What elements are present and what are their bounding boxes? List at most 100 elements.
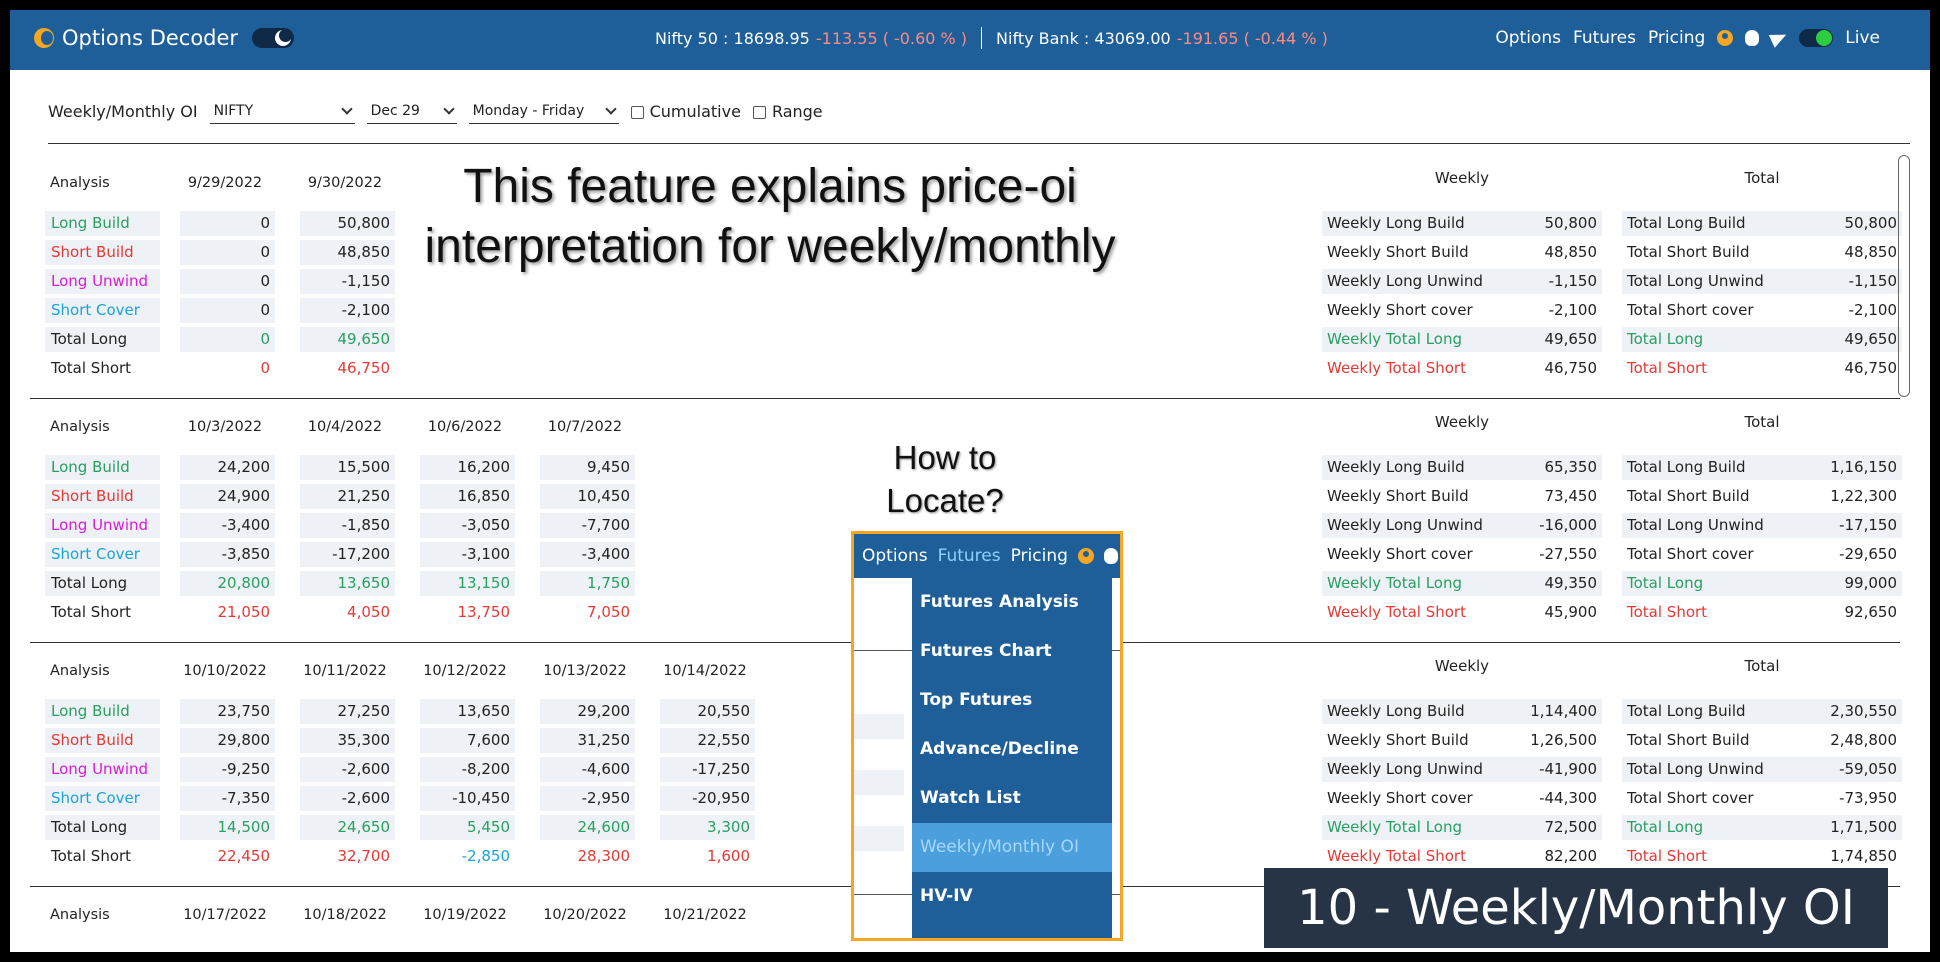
date-header: 10/7/2022 <box>547 419 623 435</box>
locate-callout: Options Futures Pricing Futures Analysis… <box>851 531 1123 941</box>
dropdown-item[interactable]: Watch List <box>912 774 1112 823</box>
date-header: 10/12/2022 <box>423 663 507 679</box>
total-summary-label: Total Short cover <box>1627 545 1754 563</box>
weekly-summary-value: 82,200 <box>1544 847 1598 865</box>
table-cell: -2,600 <box>300 786 395 811</box>
nav-pricing[interactable]: Pricing <box>1648 28 1705 48</box>
table-cell: 23,750 <box>180 699 275 724</box>
dropdown-item[interactable]: Futures Chart <box>912 627 1112 676</box>
weekly-summary-row: Weekly Total Short 82,200 <box>1322 844 1602 869</box>
expiry-value: Dec 29 <box>370 103 420 119</box>
table-cell: 16,200 <box>420 455 515 480</box>
row-label: Total Short <box>51 603 132 621</box>
bug-icon[interactable] <box>1745 30 1760 46</box>
cumulative-checkbox[interactable] <box>630 106 644 119</box>
live-knob <box>1816 30 1833 46</box>
nav-futures[interactable]: Futures <box>1573 28 1636 48</box>
total-summary-row: Total Short Build 2,48,800 <box>1622 728 1902 753</box>
total-summary-value: 2,48,800 <box>1830 731 1897 749</box>
total-summary-label: Total Long Unwind <box>1627 760 1764 778</box>
expiry-select[interactable]: Dec 29 <box>366 100 457 124</box>
weekly-summary-value: -44,300 <box>1539 789 1597 807</box>
total-summary-label: Total Short Build <box>1627 243 1750 261</box>
bank-change: -191.65 ( -0.44 % ) <box>1176 29 1328 48</box>
filter-title: Weekly/Monthly OI <box>48 102 198 121</box>
total-summary-label: Total Long <box>1627 574 1704 592</box>
days-select[interactable]: Monday - Friday <box>468 100 619 124</box>
table-cell: 10,450 <box>540 484 635 509</box>
callout-nav-pricing[interactable]: Pricing <box>1011 546 1068 566</box>
total-summary-row: Total Long 1,71,500 <box>1622 815 1902 840</box>
table-cell: 0 <box>180 240 275 265</box>
total-summary-label: Total Long Unwind <box>1627 272 1764 290</box>
weekly-summary-row: Weekly Total Short 46,750 <box>1322 356 1602 381</box>
total-summary-value: -2,100 <box>1848 301 1897 319</box>
dropdown-item[interactable]: Weekly/Monthly OI <box>912 823 1112 872</box>
theme-toggle[interactable] <box>252 28 295 48</box>
table-cell: 15,500 <box>300 455 395 480</box>
row-label: Short Build <box>45 240 160 265</box>
weekly-summary-value: 48,850 <box>1544 243 1598 261</box>
weekly-summary-label: Weekly Short cover <box>1327 301 1473 319</box>
table-cell: -1,150 <box>300 269 395 294</box>
user-icon[interactable] <box>1077 548 1094 564</box>
weekly-header: Weekly <box>1434 413 1490 431</box>
howto-note: How to Locate? <box>886 439 1004 519</box>
nifty-label: Nifty 50 : 18698.95 <box>655 29 810 48</box>
brand[interactable]: Options Decoder <box>34 26 295 50</box>
table-cell: 27,250 <box>300 699 395 724</box>
dropdown-item[interactable]: Futures Analysis <box>912 578 1112 627</box>
table-cell: 31,250 <box>540 728 635 753</box>
row-label: Short Build <box>45 484 160 509</box>
dropdown-item[interactable]: Top Futures <box>912 676 1112 725</box>
date-header: 10/17/2022 <box>183 907 267 923</box>
total-summary-value: 49,650 <box>1844 330 1898 348</box>
chevron-down-icon <box>340 103 353 115</box>
range-option[interactable]: Range <box>752 102 823 121</box>
vertical-scrollbar[interactable] <box>1898 155 1910 397</box>
range-checkbox[interactable] <box>752 106 766 119</box>
table-cell: -20,950 <box>660 786 755 811</box>
table-cell: 24,600 <box>540 815 635 840</box>
table-cell: -3,050 <box>420 513 515 538</box>
table-cell: 0 <box>260 359 270 377</box>
chevron-down-icon <box>442 103 455 115</box>
row-label: Long Unwind <box>45 513 160 538</box>
total-summary-row: Total Long 49,650 <box>1622 327 1902 352</box>
row-label: Total Long <box>45 571 160 596</box>
callout-nav-options[interactable]: Options <box>862 546 928 566</box>
analysis-header: Analysis <box>50 175 110 191</box>
total-summary-label: Total Long <box>1627 818 1704 836</box>
total-summary-label: Total Short <box>1627 847 1708 865</box>
telegram-icon[interactable] <box>1769 28 1790 48</box>
total-summary-row: Total Short cover -2,100 <box>1622 298 1902 323</box>
bug-icon[interactable] <box>1103 548 1118 564</box>
cumulative-label: Cumulative <box>649 102 741 121</box>
total-summary-row: Total Long Unwind -17,150 <box>1622 513 1902 538</box>
total-summary-value: 1,71,500 <box>1830 818 1897 836</box>
table-cell: 20,550 <box>660 699 755 724</box>
cumulative-option[interactable]: Cumulative <box>630 102 741 121</box>
symbol-select[interactable]: NIFTY <box>209 100 355 124</box>
total-summary-row: Total Short Build 48,850 <box>1622 240 1902 265</box>
total-summary-row: Total Short cover -29,650 <box>1622 542 1902 567</box>
nav-options[interactable]: Options <box>1495 28 1561 48</box>
caption-banner: 10 - Weekly/Monthly OI <box>1264 868 1888 948</box>
nav-links: Options Futures Pricing Live <box>1495 28 1880 48</box>
live-toggle[interactable] <box>1799 29 1834 47</box>
weekly-summary-row: Weekly Short Build 48,850 <box>1322 240 1602 265</box>
weekly-summary-value: -27,550 <box>1539 545 1597 563</box>
total-summary-label: Total Short cover <box>1627 789 1754 807</box>
weekly-summary-row: Weekly Long Build 50,800 <box>1322 211 1602 236</box>
callout-nav-futures[interactable]: Futures <box>938 546 1001 566</box>
table-cell: 20,800 <box>180 571 275 596</box>
dropdown-item[interactable]: HV-IV <box>912 872 1112 921</box>
weekly-summary-value: -1,150 <box>1548 272 1597 290</box>
live-label: Live <box>1845 28 1880 48</box>
user-icon[interactable] <box>1717 30 1734 46</box>
weekly-summary-row: Weekly Short cover -2,100 <box>1322 298 1602 323</box>
row-label: Long Build <box>45 211 160 236</box>
row-label: Long Unwind <box>45 757 160 782</box>
weekly-summary-value: 73,450 <box>1544 487 1598 505</box>
dropdown-item[interactable]: Advance/Decline <box>912 725 1112 774</box>
